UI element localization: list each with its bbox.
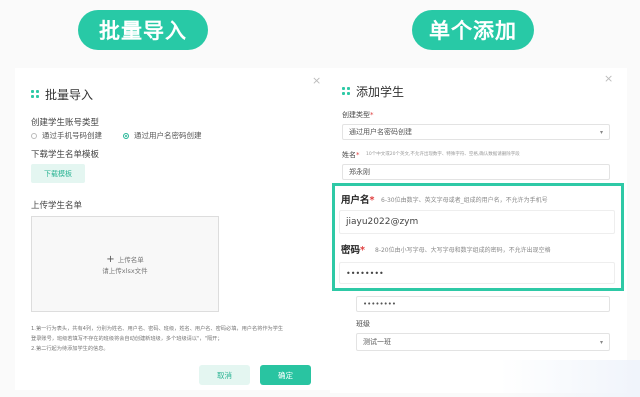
corner-fade — [500, 360, 640, 397]
download-template-button[interactable]: 下载模板 — [31, 164, 85, 183]
radio-username[interactable] — [123, 133, 129, 139]
highlight-box: 用户名* 6-30位由数字、英文字母或者_组成的用户名，不允许为手机号 jiay… — [332, 183, 624, 291]
type-select-value: 通过用户名密码创建 — [349, 128, 412, 136]
username-hint: 6-30位由数字、英文字母或者_组成的用户名，不允许为手机号 — [381, 197, 548, 204]
upload-dropzone[interactable]: + 上传名单 请上传xlsx文件 — [31, 216, 219, 312]
password-underlay-value: •••••••• — [363, 300, 397, 308]
logo-icon — [342, 87, 351, 96]
radio-username-label: 通过用户名密码创建 — [134, 131, 202, 140]
confirm-button[interactable]: 确定 — [260, 365, 311, 385]
note-line-2: 登录账号，班级若填写不存在的班级将会自动创建新班级，多个班级请以"，"隔开； — [31, 336, 223, 342]
close-icon[interactable]: × — [604, 72, 613, 85]
radio-phone[interactable] — [31, 133, 37, 139]
upload-label: 上传学生名单 — [31, 201, 83, 211]
radio-phone-label: 通过手机号码创建 — [42, 131, 102, 140]
username-label: 用户名* — [341, 195, 375, 206]
password-label: 密码* — [341, 245, 365, 256]
chevron-down-icon: ▾ — [599, 338, 603, 346]
dialog-title: 批量导入 — [31, 86, 93, 103]
radio-group-2: 通过用户名密码创建 — [123, 130, 202, 141]
batch-import-dialog: × 批量导入 创建学生账号类型 通过手机号码创建 通过用户名密码创建 下载学生名… — [15, 68, 330, 390]
password-input-value: •••••••• — [346, 268, 384, 278]
username-input-value: jiayu2022@zym — [346, 217, 419, 227]
name-label: 姓名* — [342, 151, 360, 159]
dialog-title-text: 添加学生 — [356, 85, 405, 99]
close-icon[interactable]: × — [312, 74, 321, 87]
download-label: 下载学生名单模板 — [31, 150, 100, 160]
class-select-value: 测试一班 — [363, 338, 391, 346]
radio-group: 通过手机号码创建 — [31, 130, 102, 141]
upload-hint: 请上传xlsx文件 — [102, 266, 148, 275]
password-input-underlay[interactable]: •••••••• — [356, 296, 610, 312]
class-select[interactable]: 测试一班 ▾ — [356, 333, 610, 351]
account-type-label: 创建学生账号类型 — [31, 118, 100, 128]
cancel-button[interactable]: 取消 — [199, 365, 250, 385]
dialog-title: 添加学生 — [342, 83, 404, 100]
name-hint: 10个中文或20个英文,不允许出现数字、特殊字符、空格,确认数据请删除字段 — [366, 152, 520, 157]
dialog-title-text: 批量导入 — [45, 88, 94, 102]
plus-icon: + — [106, 253, 115, 265]
upload-title: + 上传名单 — [106, 253, 144, 265]
logo-icon — [31, 90, 40, 99]
name-input[interactable]: 郑永刚 — [342, 164, 610, 180]
name-input-value: 郑永刚 — [349, 168, 370, 176]
type-label: 创建类型* — [342, 111, 374, 119]
class-label: 班级 — [356, 320, 370, 328]
chevron-down-icon: ▾ — [599, 128, 603, 136]
note-line-3: 2.第二行起为待添加学生的信息。 — [31, 346, 109, 352]
password-input[interactable]: •••••••• — [339, 262, 615, 284]
password-hint: 8-20位由小写字母、大写字母和数字组成的密码，不允许出现空格 — [375, 247, 551, 254]
username-input[interactable]: jiayu2022@zym — [339, 210, 615, 234]
note-line-1: 1.第一行为表头，共有4列，分别为姓名、用户名、密码、班级，姓名、用户名、密码必… — [31, 326, 284, 332]
type-select[interactable]: 通过用户名密码创建 ▾ — [342, 124, 610, 140]
label-batch-import: 批量导入 — [78, 10, 208, 50]
label-single-add: 单个添加 — [412, 10, 534, 50]
